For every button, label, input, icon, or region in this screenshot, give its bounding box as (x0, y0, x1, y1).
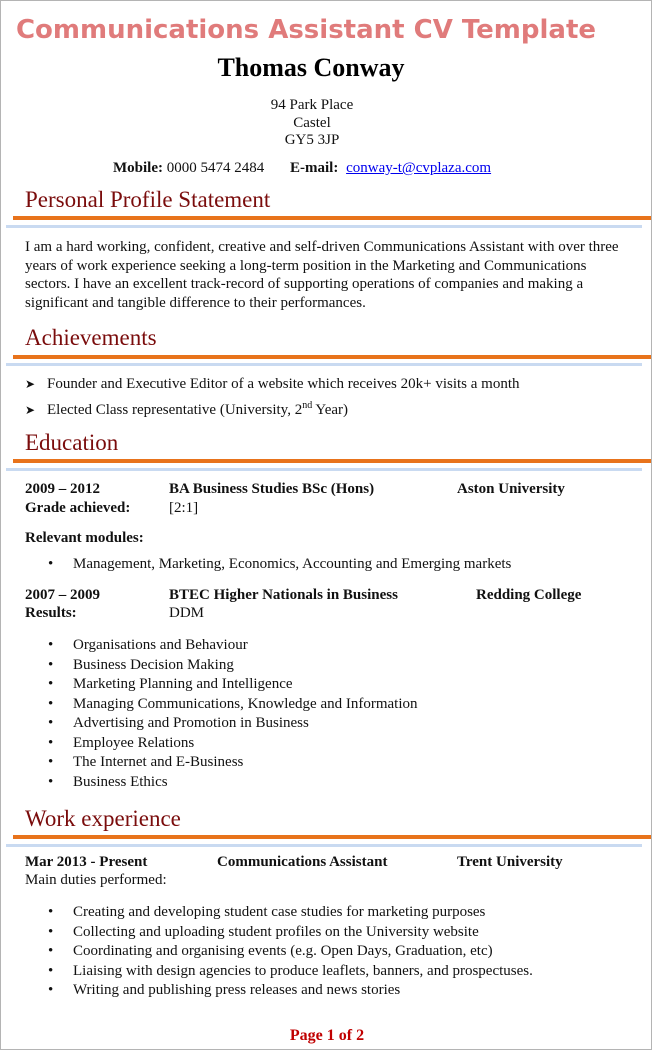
education-qualification: BA Business Studies BSc (Hons) (169, 481, 375, 497)
email-link[interactable]: conway-t@cvplaza.com (346, 160, 491, 176)
achievement-text-end: Year) (312, 402, 349, 418)
arrow-bullet-icon: ➤ (25, 377, 36, 391)
section-divider-blue (6, 225, 642, 228)
section-divider-blue (6, 363, 642, 366)
list-item: • Advertising and Promotion in Business (45, 714, 418, 734)
modules-list: • Management, Marketing, Economics, Accou… (45, 555, 511, 575)
section-divider-orange (13, 835, 651, 839)
module-text: Organisations and Behaviour (73, 637, 248, 653)
module-text: Business Decision Making (73, 656, 234, 673)
address-line: Castel (293, 114, 331, 131)
education-dates: 2007 – 2009 (25, 587, 100, 603)
list-item: • Management, Marketing, Economics, Accou… (45, 555, 511, 575)
bullet-icon: • (48, 556, 54, 572)
achievement-item: ➤ Founder and Executive Editor of a websi… (25, 376, 520, 393)
contact-line: Mobile: 0000 5474 2484 E-mail: conway-t@… (113, 160, 491, 177)
module-text: Management, Marketing, Economics, Accoun… (73, 556, 512, 572)
address-line: GY5 3JP (284, 132, 340, 148)
modules-list: • Organisations and Behaviour • Business D… (45, 636, 418, 792)
bullet-icon: • (48, 754, 54, 770)
cv-page: Communications Assistant CV Template Tho… (0, 0, 652, 1050)
duties-list: • Creating and developing student case st… (45, 903, 533, 1001)
section-divider-orange (13, 355, 651, 359)
bullet-icon: • (48, 656, 54, 673)
section-heading-achievements: Achievements (25, 325, 157, 350)
achievement-item: ➤ Elected Class representative (Universit… (25, 400, 349, 419)
module-text: Advertising and Promotion in Business (73, 715, 309, 731)
section-heading-work: Work experience (25, 806, 181, 831)
education-entry-header: 2009 – 2012 BA Business Studies BSc (Hon… (25, 481, 565, 498)
module-text: Employee Relations (73, 734, 195, 751)
address-block: 94 Park Place Castel GY5 3JP (1, 97, 623, 150)
bullet-icon: • (48, 904, 54, 920)
module-text: Business Ethics (73, 773, 168, 790)
section-divider-orange (13, 459, 651, 463)
section-divider-blue (6, 844, 642, 847)
list-item: • Coordinating and organising events (e.g… (45, 942, 533, 962)
work-employer: Trent University (457, 854, 563, 870)
ordinal-suffix: nd (302, 400, 313, 411)
education-qualification: BTEC Higher Nationals in Business (169, 587, 398, 603)
list-item: • Writing and publishing press releases a… (45, 981, 533, 1001)
bullet-icon: • (48, 637, 54, 653)
list-item: • Business Decision Making (45, 656, 418, 676)
section-divider-blue (6, 468, 642, 471)
duty-text: Creating and developing student case stu… (73, 904, 486, 920)
section-divider-orange (13, 216, 651, 220)
list-item: • Business Ethics (45, 773, 418, 793)
list-item: • Managing Communications, Knowledge and … (45, 695, 418, 715)
work-entry-header: Mar 2013 - Present Communications Assist… (25, 854, 563, 871)
arrow-bullet-icon: ➤ (25, 403, 36, 417)
list-item: • Liaising with design agencies to produc… (45, 962, 533, 982)
bullet-icon: • (48, 982, 54, 998)
achievement-text: Founder and Executive Editor of a websit… (47, 376, 520, 392)
address-line: 94 Park Place (270, 97, 354, 113)
section-heading-education: Education (25, 430, 119, 455)
bullet-icon: • (48, 943, 54, 959)
email-label: E-mail: (290, 160, 339, 176)
mobile-label: Mobile: (113, 160, 163, 176)
module-text: The Internet and E-Business (73, 754, 244, 770)
result-value: DDM (169, 605, 205, 621)
bullet-icon: • (48, 695, 54, 712)
result-value: [2:1] (169, 500, 199, 516)
list-item: • Collecting and uploading student profil… (45, 923, 533, 943)
list-item: • Marketing Planning and Intelligence (45, 675, 418, 695)
module-text: Managing Communications, Knowledge and I… (73, 695, 418, 712)
education-dates: 2009 – 2012 (25, 481, 100, 497)
education-result-row: Results: DDM (25, 605, 204, 622)
bullet-icon: • (48, 734, 54, 751)
bullet-icon: • (48, 923, 54, 940)
profile-statement: I am a hard working, confident, creative… (25, 239, 619, 311)
bullet-icon: • (48, 715, 54, 731)
section-heading-profile: Personal Profile Statement (25, 187, 271, 212)
modules-label: Relevant modules: (25, 530, 144, 546)
document-title: Communications Assistant CV Template (15, 15, 597, 45)
duties-label: Main duties performed: (25, 872, 167, 888)
education-entry-header: 2007 – 2009 BTEC Higher Nationals in Bus… (25, 587, 581, 604)
duty-text: Liaising with design agencies to produce… (73, 962, 533, 979)
bullet-icon: • (48, 676, 54, 692)
education-institution: Redding College (476, 587, 582, 603)
result-label: Results: (25, 605, 77, 621)
bullet-icon: • (48, 773, 54, 790)
duty-text: Writing and publishing press releases an… (73, 982, 401, 998)
page-number: Page 1 of 2 (289, 1027, 365, 1044)
list-item: • Organisations and Behaviour (45, 636, 418, 656)
work-role: Communications Assistant (217, 854, 388, 870)
work-dates: Mar 2013 - Present (25, 854, 148, 870)
list-item: • Creating and developing student case st… (45, 903, 533, 923)
education-institution: Aston University (457, 481, 565, 497)
mobile-number: 0000 5474 2484 (166, 160, 265, 176)
module-text: Marketing Planning and Intelligence (73, 676, 293, 692)
duty-text: Coordinating and organising events (e.g.… (73, 943, 493, 959)
bullet-icon: • (48, 962, 54, 979)
result-label: Grade achieved: (25, 500, 131, 516)
list-item: • Employee Relations (45, 734, 418, 754)
duty-text: Collecting and uploading student profile… (73, 923, 479, 940)
achievement-text: Elected Class representative (University… (47, 402, 303, 418)
education-result-row: Grade achieved: [2:1] (25, 500, 198, 517)
list-item: • The Internet and E-Business (45, 753, 418, 773)
candidate-name: Thomas Conway (217, 53, 405, 82)
